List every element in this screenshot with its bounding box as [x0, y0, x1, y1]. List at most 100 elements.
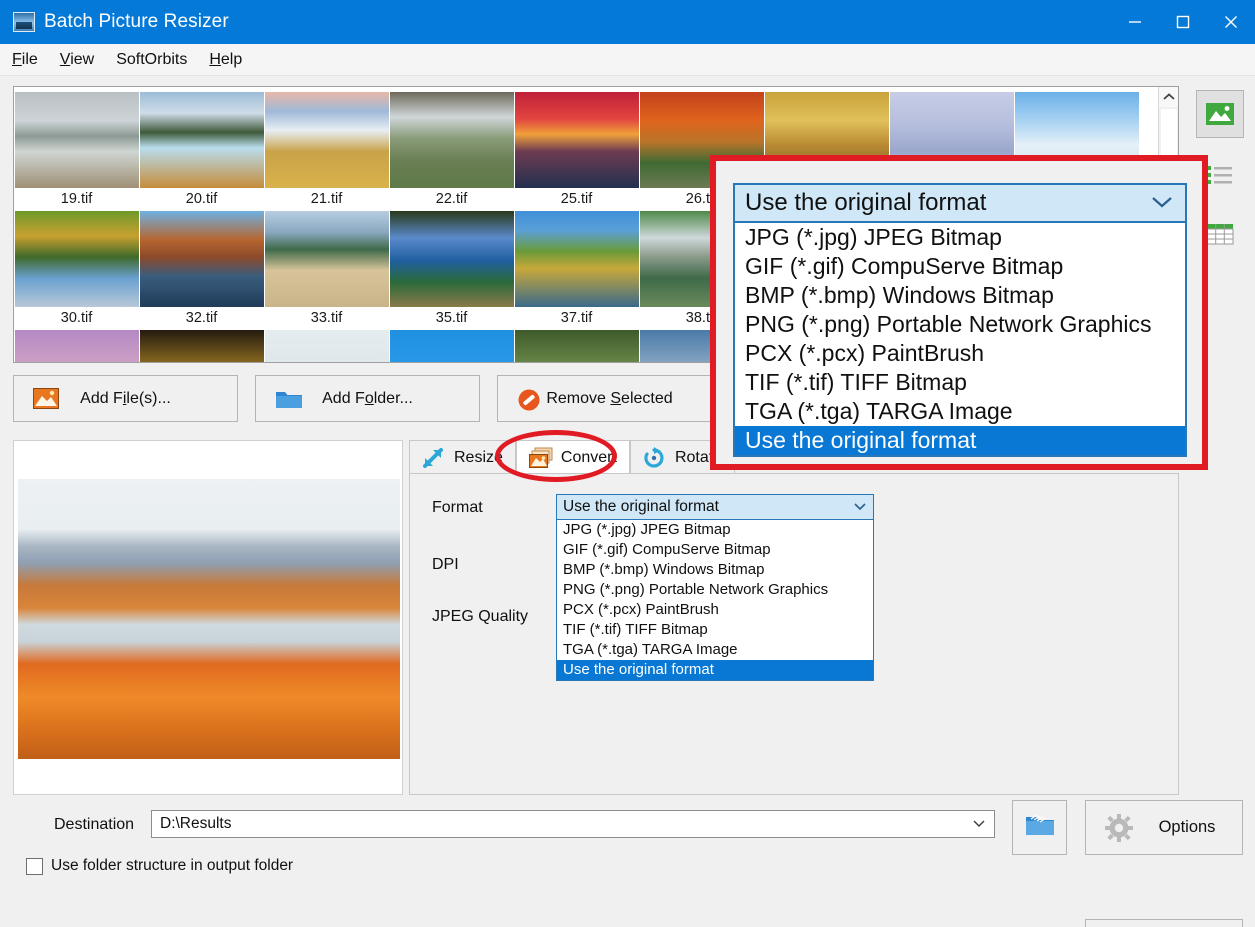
thumbnail-item[interactable]: 21.tif	[264, 188, 389, 307]
thumbnail-image[interactable]	[140, 330, 264, 362]
add-files-icon	[33, 388, 59, 410]
thumbnail-image[interactable]	[15, 330, 139, 362]
thumbnail-image[interactable]	[265, 211, 389, 307]
callout-format-option[interactable]: PNG (*.png) Portable Network Graphics	[735, 310, 1185, 339]
thumbnail-image[interactable]	[15, 92, 139, 188]
thumbnail-item[interactable]: 32.tif	[139, 307, 264, 362]
chevron-up-icon[interactable]	[1159, 87, 1179, 107]
thumbnail-label: 37.tif	[561, 307, 592, 330]
use-folder-structure-checkbox-row[interactable]: Use folder structure in output folder	[26, 857, 293, 875]
menu-item-file[interactable]: File	[2, 49, 48, 71]
start-button[interactable]: Start	[1085, 919, 1243, 927]
thumbnail-item[interactable]: 37.tif	[514, 307, 639, 362]
convert-tab-panel: Format DPI JPEG Quality Use the original…	[409, 473, 1179, 795]
callout-format-option[interactable]: PCX (*.pcx) PaintBrush	[735, 339, 1185, 368]
thumbnail-image[interactable]	[515, 211, 639, 307]
thumbnail-item[interactable]: 11.tif	[514, 87, 639, 188]
thumbnail-item[interactable]: 30.tif	[14, 307, 139, 362]
format-option[interactable]: PNG (*.png) Portable Network Graphics	[557, 580, 873, 600]
format-option-list[interactable]: JPG (*.jpg) JPEG BitmapGIF (*.gif) Compu…	[556, 520, 874, 681]
minimize-icon[interactable]	[1111, 0, 1159, 44]
chevron-down-icon[interactable]	[972, 815, 986, 833]
destination-input[interactable]: D:\Results	[151, 810, 995, 838]
add-files-button[interactable]: Add File(s)...	[13, 375, 238, 422]
window-controls	[1111, 0, 1255, 44]
tab-resize[interactable]: Resize	[409, 440, 516, 474]
callout-format-option[interactable]: JPG (*.jpg) JPEG Bitmap	[735, 223, 1185, 252]
menu-item-help[interactable]: Help	[199, 49, 252, 71]
thumbnail-image[interactable]	[390, 330, 514, 362]
thumbnail-image[interactable]	[515, 330, 639, 362]
callout-combobox-value: Use the original format	[745, 189, 986, 217]
thumbnail-item[interactable]: 25.tif	[514, 188, 639, 307]
callout-option-list[interactable]: JPG (*.jpg) JPEG BitmapGIF (*.gif) Compu…	[733, 223, 1187, 457]
format-combobox[interactable]: Use the original format JPG (*.jpg) JPEG…	[556, 494, 874, 681]
menu-label-file: ile	[22, 51, 38, 68]
remove-selected-button[interactable]: Remove Selected	[497, 375, 722, 422]
format-option[interactable]: BMP (*.bmp) Windows Bitmap	[557, 560, 873, 580]
jpeg-quality-label: JPEG Quality	[432, 608, 528, 626]
thumbnail-item[interactable]: 22.tif	[389, 188, 514, 307]
thumbnail-item[interactable]: 7.tif	[264, 87, 389, 188]
thumbnail-label: 35.tif	[436, 307, 467, 330]
thumbnail-item[interactable]: 6.tif	[139, 87, 264, 188]
thumbnail-image[interactable]	[265, 330, 389, 362]
add-folder-button[interactable]: Add Folder...	[255, 375, 480, 422]
preview-image	[18, 479, 400, 759]
thumbnail-label: 32.tif	[186, 307, 217, 330]
callout-format-option[interactable]: BMP (*.bmp) Windows Bitmap	[735, 281, 1185, 310]
callout-format-option[interactable]: TGA (*.tga) TARGA Image	[735, 397, 1185, 426]
use-folder-structure-checkbox[interactable]	[26, 858, 43, 875]
browse-folder-button[interactable]	[1012, 800, 1067, 855]
thumbnail-image[interactable]	[390, 92, 514, 188]
thumbnail-item[interactable]: 10.tif	[389, 87, 514, 188]
menu-label-softorbits: SoftOrbits	[116, 51, 187, 68]
thumbnail-image[interactable]	[140, 92, 264, 188]
maximize-icon[interactable]	[1159, 0, 1207, 44]
options-button[interactable]: Options	[1085, 800, 1243, 855]
remove-selected-icon	[517, 388, 543, 410]
callout-combobox-head[interactable]: Use the original format	[733, 183, 1187, 223]
format-option[interactable]: TGA (*.tga) TARGA Image	[557, 640, 873, 660]
callout-combobox[interactable]: Use the original format JPG (*.jpg) JPEG…	[733, 183, 1187, 457]
callout-format-option[interactable]: Use the original format	[735, 426, 1185, 455]
callout-format-option[interactable]: TIF (*.tif) TIFF Bitmap	[735, 368, 1185, 397]
format-option[interactable]: TIF (*.tif) TIFF Bitmap	[557, 620, 873, 640]
window-title: Batch Picture Resizer	[44, 11, 229, 33]
menu-label-help: elp	[221, 51, 242, 68]
format-option[interactable]: GIF (*.gif) CompuServe Bitmap	[557, 540, 873, 560]
format-option[interactable]: Use the original format	[557, 660, 873, 680]
close-icon[interactable]	[1207, 0, 1255, 44]
format-label: Format	[432, 499, 483, 517]
thumbnail-item[interactable]: 35.tif	[389, 307, 514, 362]
add-folder-icon	[275, 388, 301, 410]
chevron-down-icon[interactable]	[1149, 189, 1175, 217]
tab-convert[interactable]: Convert	[516, 440, 630, 474]
thumbnail-image[interactable]	[140, 211, 264, 307]
thumbnail-item[interactable]: 19.tif	[14, 188, 139, 307]
rotate-icon	[643, 447, 667, 469]
thumbnail-label: 25.tif	[561, 188, 592, 211]
thumbnail-item[interactable]: 20.tif	[139, 188, 264, 307]
preview-panel	[13, 440, 403, 795]
thumbnail-image[interactable]	[390, 211, 514, 307]
format-combobox-head[interactable]: Use the original format	[556, 494, 874, 520]
browse-folder-icon	[1024, 812, 1056, 843]
menu-item-softorbits[interactable]: SoftOrbits	[106, 49, 197, 71]
destination-value: D:\Results	[160, 815, 232, 833]
use-folder-structure-label: Use folder structure in output folder	[51, 857, 293, 875]
thumbnail-image[interactable]	[515, 92, 639, 188]
dpi-label: DPI	[432, 556, 459, 574]
thumbnail-item[interactable]: 33.tif	[264, 307, 389, 362]
thumbnail-image[interactable]	[15, 211, 139, 307]
format-option[interactable]: PCX (*.pcx) PaintBrush	[557, 600, 873, 620]
callout-format-option[interactable]: GIF (*.gif) CompuServe Bitmap	[735, 252, 1185, 281]
thumbnail-image[interactable]	[265, 92, 389, 188]
thumbnail-view-icon[interactable]	[1196, 90, 1244, 138]
format-option[interactable]: JPG (*.jpg) JPEG Bitmap	[557, 520, 873, 540]
thumbnail-item[interactable]: 5.tif	[14, 87, 139, 188]
menu-item-view[interactable]: View	[50, 49, 104, 71]
app-picture-icon	[13, 12, 35, 32]
chevron-down-icon[interactable]	[853, 498, 867, 516]
menu-bar: File View SoftOrbits Help	[0, 44, 1255, 76]
